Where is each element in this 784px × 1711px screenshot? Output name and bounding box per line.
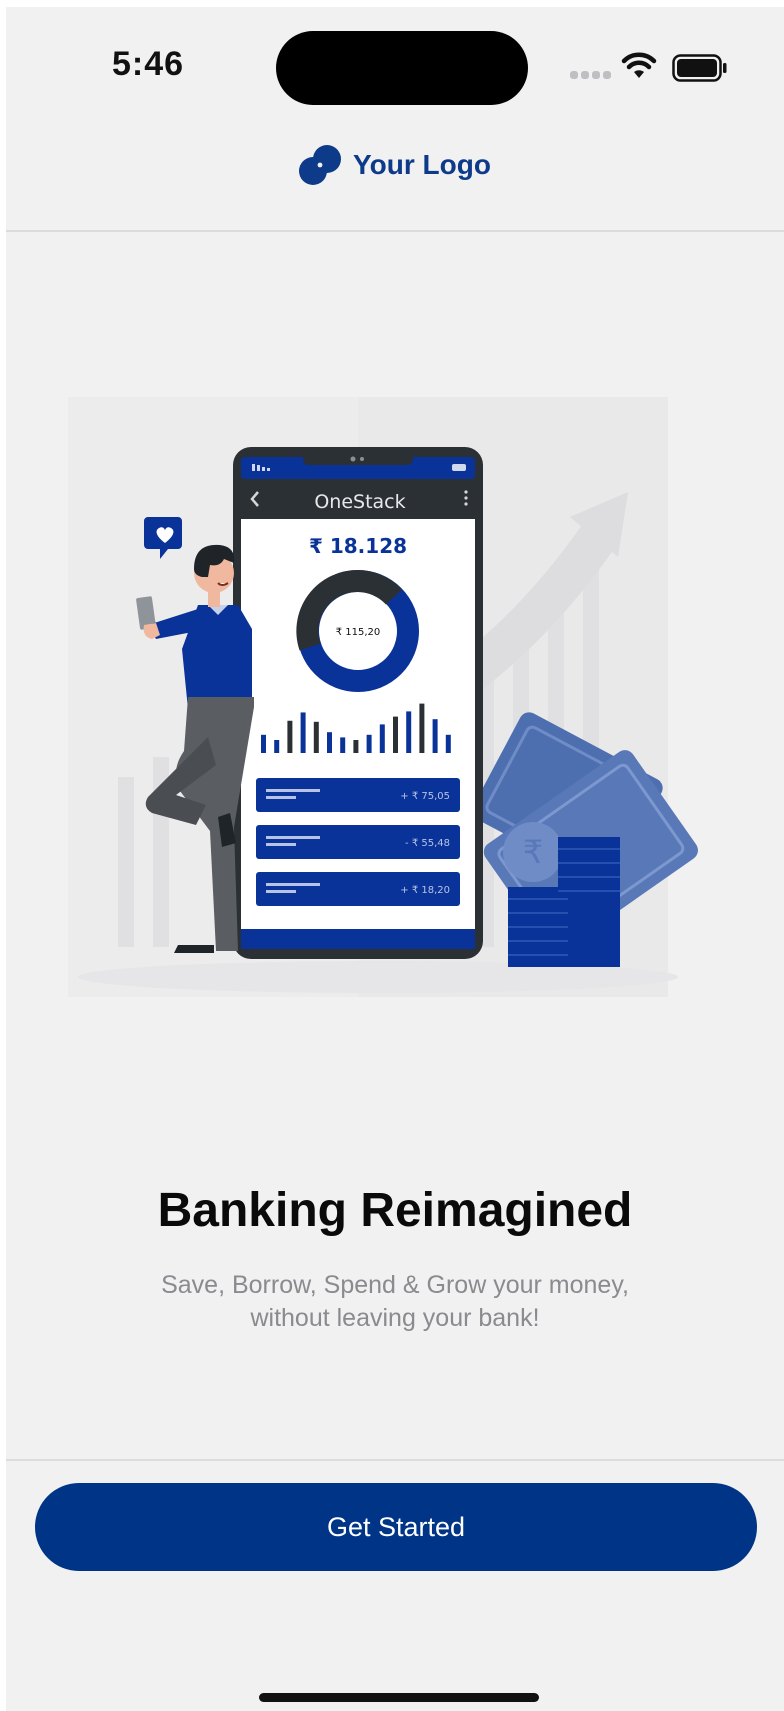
app-logo: Your Logo <box>6 143 784 193</box>
banking-illustration: ₹ OneStack ₹ 18.128 ₹ 115,20 + ₹ 75,05 -… <box>68 397 698 997</box>
dynamic-island <box>276 31 528 105</box>
transaction-amount: + ₹ 75,05 <box>400 791 450 802</box>
onboarding-screen: 5:46 Your Logo ₹ OneStack ₹ 18.128 ₹ 115… <box>6 7 784 1711</box>
logo-mark-icon <box>299 145 342 185</box>
headline: Banking Reimagined <box>157 1184 633 1237</box>
subtitle-line: Save, Borrow, Spend & Grow your money, <box>161 1271 629 1299</box>
logo-text: Your Logo <box>353 149 491 180</box>
phone-chart-bar <box>406 711 412 753</box>
phone-chart-bar <box>353 740 359 753</box>
phone-chart-bar <box>340 737 346 753</box>
phone-chart-bar <box>419 703 425 753</box>
transaction-amount: + ₹ 18,20 <box>400 885 450 896</box>
wifi-icon <box>621 52 657 78</box>
phone-chart-bar <box>366 734 372 753</box>
footer-divider <box>6 1459 784 1461</box>
phone-chart-bar <box>327 732 332 753</box>
phone-chart-bar <box>313 721 319 753</box>
phone-chart-bar <box>445 734 451 753</box>
donut-center-value: ₹ 115,20 <box>336 627 381 638</box>
status-bar: 5:46 <box>6 7 784 117</box>
phone-app-name: OneStack <box>314 491 405 513</box>
get-started-button[interactable]: Get Started <box>35 1483 757 1571</box>
status-time: 5:46 <box>112 45 185 83</box>
header-divider <box>6 230 784 232</box>
phone-chart-bar <box>287 720 293 753</box>
phone-chart-bar <box>300 712 306 753</box>
phone-chart-bar <box>274 740 280 753</box>
phone-chart-bar <box>393 716 398 753</box>
svg-text:₹: ₹ <box>523 833 543 871</box>
phone-chart-bar <box>261 734 266 753</box>
battery-icon <box>672 54 727 82</box>
subtitle: Save, Borrow, Spend & Grow your money, w… <box>6 1269 784 1335</box>
phone-chart-bar <box>432 719 438 753</box>
phone-balance: ₹ 18.128 <box>309 534 407 558</box>
transaction-amount: - ₹ 55,48 <box>405 838 450 849</box>
subtitle-line: without leaving your bank! <box>250 1304 540 1332</box>
phone-chart-bar <box>379 724 385 753</box>
signal-icon <box>570 71 614 81</box>
home-indicator <box>259 1693 539 1702</box>
transaction-list: + ₹ 75,05 - ₹ 55,48 + ₹ 18,20 <box>256 778 460 906</box>
